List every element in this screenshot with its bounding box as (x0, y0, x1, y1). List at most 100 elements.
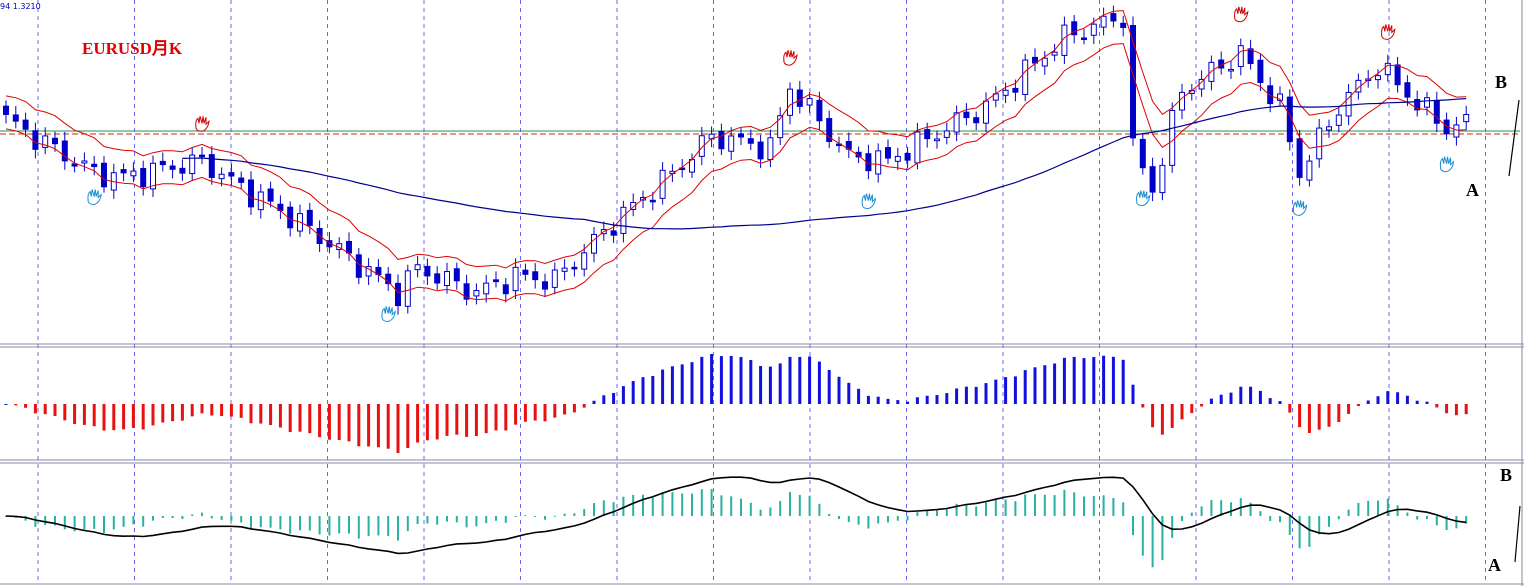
candle-down (493, 279, 499, 283)
osc-histogram-bar (985, 502, 987, 516)
histogram-bar-negative (298, 404, 302, 432)
osc-histogram-bar (887, 516, 889, 523)
osc-histogram-bar (1269, 516, 1272, 521)
histogram-bar-negative (63, 404, 67, 421)
osc-histogram-bar (1073, 492, 1076, 516)
osc-histogram-bar (622, 496, 625, 516)
osc-histogram-bar (1092, 496, 1095, 516)
histogram-bar-negative (33, 404, 37, 414)
osc-histogram-bar (524, 515, 527, 517)
histogram-bar-positive (994, 379, 998, 404)
histogram-bar-negative (180, 404, 184, 421)
candle-down (248, 179, 254, 208)
osc-histogram-bar (367, 516, 370, 537)
osc-histogram-bar (1416, 516, 1419, 520)
osc-histogram-bar (299, 516, 301, 531)
osc-histogram-bar (1347, 509, 1350, 516)
histogram-bar-positive (964, 386, 968, 404)
histogram-bar-positive (847, 382, 851, 404)
candle-up (414, 264, 421, 271)
candle-up (1090, 23, 1097, 36)
osc-histogram-bar (583, 509, 586, 516)
histogram-bar-negative (210, 404, 214, 416)
osc-histogram-bar (926, 510, 929, 516)
candle-up (1159, 164, 1166, 194)
osc-histogram-bar (1043, 494, 1046, 516)
osc-histogram-bar (1298, 516, 1301, 549)
osc-histogram-bar (749, 502, 752, 516)
candle-down (355, 254, 362, 278)
histogram-bar-negative (141, 404, 145, 430)
candle-up (875, 150, 882, 175)
candle-up (218, 173, 225, 180)
osc-histogram-bar (250, 516, 252, 530)
histogram-bar-negative (1298, 404, 1302, 428)
osc-histogram-bar (426, 516, 429, 524)
osc-histogram-bar (1053, 495, 1056, 516)
histogram-bar-negative (122, 404, 126, 430)
histogram-bar-negative (220, 404, 224, 417)
osc-histogram-bar (240, 516, 243, 523)
histogram-bar-negative (1141, 404, 1145, 408)
chart-title: EURUSD月K (82, 39, 183, 58)
candle-up (787, 88, 793, 116)
histogram-bar-negative (484, 404, 488, 434)
osc-histogram-bar (1279, 516, 1281, 523)
histogram-bar-positive (1405, 395, 1409, 404)
histogram-bar-negative (1307, 404, 1311, 434)
histogram-bar-positive (788, 356, 792, 404)
histogram-bar-positive (700, 356, 704, 404)
histogram-bar-negative (435, 404, 439, 440)
osc-histogram-bar (1386, 498, 1389, 516)
candle-down (306, 209, 313, 226)
osc-histogram-bar (945, 508, 948, 516)
histogram-bar-positive (631, 381, 635, 404)
histogram-bar-positive (651, 375, 655, 404)
candle-down (1081, 37, 1087, 41)
histogram-bar-positive (1396, 392, 1400, 404)
osc-histogram-bar (1024, 494, 1027, 516)
histogram-bar-negative (1337, 404, 1341, 422)
candle-down (1433, 100, 1440, 124)
histogram-bar-negative (1288, 404, 1292, 413)
histogram-bar-positive (886, 398, 890, 404)
histogram-bar-negative (1190, 404, 1194, 414)
histogram-bar-positive (837, 376, 841, 404)
histogram-bar-positive (710, 354, 714, 404)
osc-histogram-bar (789, 492, 791, 516)
candle-up (806, 98, 813, 106)
histogram-bar-positive (1082, 358, 1086, 404)
histogram-bar-negative (572, 404, 576, 413)
histogram-bar-positive (1376, 396, 1380, 404)
candle-down (885, 147, 891, 159)
histogram-bar-negative (1356, 404, 1360, 407)
histogram-bar-negative (357, 404, 361, 447)
candle-down (1012, 87, 1019, 93)
histogram-bar-negative (171, 404, 175, 422)
osc-histogram-bar (1083, 496, 1085, 516)
osc-histogram-bar (730, 496, 733, 516)
price-readout: 94 1.3210 (0, 2, 41, 11)
histogram-bar-positive (1043, 365, 1047, 404)
candle-up (1463, 114, 1470, 123)
histogram-bar-positive (945, 393, 949, 404)
osc-histogram-bar (720, 495, 723, 516)
histogram-bar-negative (474, 404, 478, 436)
histogram-bar-positive (612, 392, 616, 404)
candle-up (620, 206, 627, 234)
histogram-bar-positive (1239, 386, 1243, 404)
osc-histogram-bar (1151, 516, 1154, 568)
histogram-bar-negative (406, 404, 410, 449)
candle-down (12, 114, 19, 122)
candle-down (542, 281, 548, 290)
osc-histogram-bar (152, 516, 154, 521)
candle-up (1041, 57, 1048, 67)
histogram-bar-positive (1425, 401, 1429, 404)
osc-histogram-bar (691, 493, 693, 516)
candle-down (199, 154, 205, 158)
candle-down (522, 269, 529, 275)
candle-up (444, 271, 450, 286)
osc-histogram-bar (475, 516, 478, 527)
osc-histogram-bar (818, 503, 821, 516)
candle-up (81, 160, 88, 164)
